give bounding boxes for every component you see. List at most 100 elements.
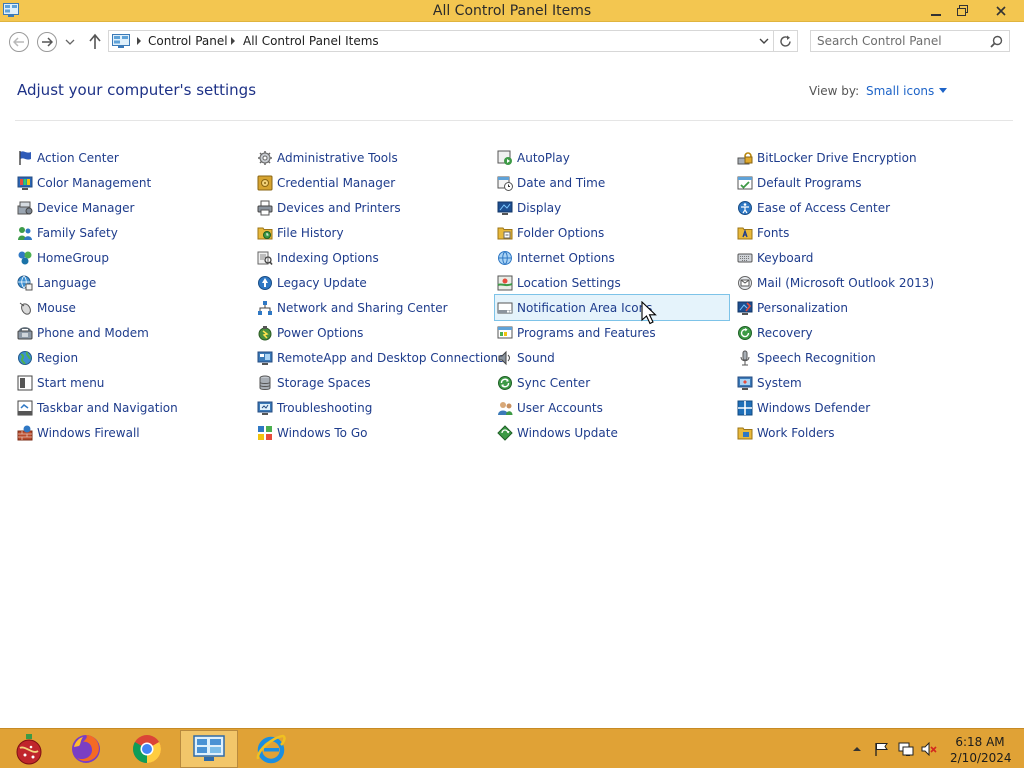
notification-area-icon <box>497 302 513 313</box>
search-icon[interactable] <box>990 35 1003 48</box>
indexing-icon <box>257 251 273 265</box>
item-folder-options[interactable]: Folder Options <box>495 220 729 245</box>
item-network-and-sharing-center[interactable]: Network and Sharing Center <box>255 295 489 320</box>
speaker-icon <box>498 350 510 365</box>
item-internet-options[interactable]: Internet Options <box>495 245 729 270</box>
item-devices-and-printers[interactable]: Devices and Printers <box>255 195 489 220</box>
item-storage-spaces[interactable]: Storage Spaces <box>255 370 489 395</box>
item-taskbar-and-navigation[interactable]: Taskbar and Navigation <box>15 395 249 420</box>
item-phone-and-modem[interactable]: Phone and Modem <box>15 320 249 345</box>
breadcrumb-all-items[interactable]: All Control Panel Items <box>243 34 379 48</box>
minimize-button[interactable] <box>922 0 950 21</box>
forward-arrow-icon <box>42 37 53 47</box>
item-device-manager[interactable]: Device Manager <box>15 195 249 220</box>
item-action-center[interactable]: Action Center <box>15 145 249 170</box>
refresh-button[interactable] <box>774 30 798 52</box>
breadcrumb-separator-icon[interactable] <box>229 35 237 47</box>
display-icon <box>497 201 513 215</box>
clock-time[interactable]: 6:18 AM <box>950 735 1010 749</box>
item-ease-of-access-center[interactable]: Ease of Access Center <box>735 195 969 220</box>
item-speech-recognition[interactable]: Speech Recognition <box>735 345 969 370</box>
item-remoteapp-and-desktop-connections[interactable]: RemoteApp and Desktop Connections <box>255 345 504 370</box>
item-file-history[interactable]: File History <box>255 220 489 245</box>
volume-muted-icon[interactable] <box>921 742 937 756</box>
item-windows-update[interactable]: Windows Update <box>495 420 729 445</box>
item-homegroup[interactable]: HomeGroup <box>15 245 249 270</box>
item-autoplay[interactable]: AutoPlay <box>495 145 729 170</box>
item-windows-firewall[interactable]: Windows Firewall <box>15 420 249 445</box>
chevron-down-icon[interactable] <box>759 36 769 46</box>
close-icon <box>996 5 1006 16</box>
item-programs-and-features[interactable]: Programs and Features <box>495 320 729 345</box>
work-folders-icon <box>737 427 753 439</box>
breadcrumb-separator-icon[interactable] <box>135 35 143 47</box>
firefox-icon <box>72 735 100 763</box>
item-fonts[interactable]: Fonts <box>735 220 969 245</box>
item-color-management[interactable]: Color Management <box>15 170 249 195</box>
breadcrumb-control-panel[interactable]: Control Panel <box>148 34 228 48</box>
item-sync-center[interactable]: Sync Center <box>495 370 729 395</box>
item-user-accounts[interactable]: User Accounts <box>495 395 729 420</box>
power-icon <box>258 325 272 340</box>
item-default-programs[interactable]: Default Programs <box>735 170 969 195</box>
item-mail-microsoft-outlook-2013[interactable]: Mail (Microsoft Outlook 2013) <box>735 270 969 295</box>
taskbar-chrome[interactable] <box>118 730 176 768</box>
mail-icon <box>738 275 752 290</box>
taskbar-ornament-app[interactable] <box>0 730 58 768</box>
item-indexing-options[interactable]: Indexing Options <box>255 245 489 270</box>
up-arrow-icon[interactable] <box>86 32 104 52</box>
item-display[interactable]: Display <box>495 195 729 220</box>
show-hidden-icons-chevron-up-icon[interactable] <box>852 742 862 756</box>
item-location-settings[interactable]: Location Settings <box>495 270 729 295</box>
item-windows-to-go[interactable]: Windows To Go <box>255 420 489 445</box>
back-button[interactable] <box>9 32 29 52</box>
action-center-flag-icon[interactable] <box>874 742 890 756</box>
forward-button[interactable] <box>37 32 57 52</box>
close-button[interactable] <box>978 0 1024 21</box>
default-programs-icon <box>737 176 753 189</box>
search-box[interactable] <box>810 30 1010 52</box>
recent-locations-chevron-icon[interactable] <box>63 36 77 48</box>
page-title: Adjust your computer's settings <box>17 81 257 99</box>
items-column-2: Administrative Tools Credential Manager … <box>255 145 504 445</box>
windows-defender-icon <box>737 400 753 415</box>
control-panel-icon <box>193 735 225 761</box>
header-divider <box>15 120 1013 121</box>
taskbar-control-panel[interactable] <box>180 730 238 768</box>
item-recovery[interactable]: Recovery <box>735 320 969 345</box>
title-bar: All Control Panel Items <box>0 0 1024 22</box>
item-date-and-time[interactable]: Date and Time <box>495 170 729 195</box>
address-bar[interactable]: Control Panel All Control Panel Items <box>108 30 774 52</box>
item-work-folders[interactable]: Work Folders <box>735 420 969 445</box>
item-bitlocker-drive-encryption[interactable]: BitLocker Drive Encryption <box>735 145 969 170</box>
item-sound[interactable]: Sound <box>495 345 729 370</box>
item-power-options[interactable]: Power Options <box>255 320 489 345</box>
item-windows-defender[interactable]: Windows Defender <box>735 395 969 420</box>
programs-features-icon <box>497 326 513 338</box>
bitlocker-icon <box>737 151 753 164</box>
restore-button[interactable] <box>950 0 974 21</box>
item-mouse[interactable]: Mouse <box>15 295 249 320</box>
item-administrative-tools[interactable]: Administrative Tools <box>255 145 489 170</box>
item-personalization[interactable]: Personalization <box>735 295 969 320</box>
search-input[interactable] <box>817 33 982 49</box>
remote-desktop-icon <box>257 351 273 365</box>
item-start-menu[interactable]: Start menu <box>15 370 249 395</box>
item-notification-area-icons[interactable]: Notification Area Icons <box>494 294 730 321</box>
network-tray-icon[interactable] <box>898 742 914 756</box>
taskbar-firefox[interactable] <box>57 730 115 768</box>
item-system[interactable]: System <box>735 370 969 395</box>
mouse-icon <box>19 302 31 315</box>
item-legacy-update[interactable]: Legacy Update <box>255 270 489 295</box>
item-region[interactable]: Region <box>15 345 249 370</box>
item-language[interactable]: Language <box>15 270 249 295</box>
items-column-1: Action Center Color Management Device Ma… <box>15 145 249 445</box>
taskbar-internet-explorer[interactable] <box>242 730 300 768</box>
view-by-dropdown[interactable]: Small icons <box>866 84 948 98</box>
homegroup-icon <box>18 251 32 264</box>
item-family-safety[interactable]: Family Safety <box>15 220 249 245</box>
item-troubleshooting[interactable]: Troubleshooting <box>255 395 489 420</box>
item-keyboard[interactable]: Keyboard <box>735 245 969 270</box>
item-credential-manager[interactable]: Credential Manager <box>255 170 489 195</box>
clock-date[interactable]: 2/10/2024 <box>950 751 1012 765</box>
